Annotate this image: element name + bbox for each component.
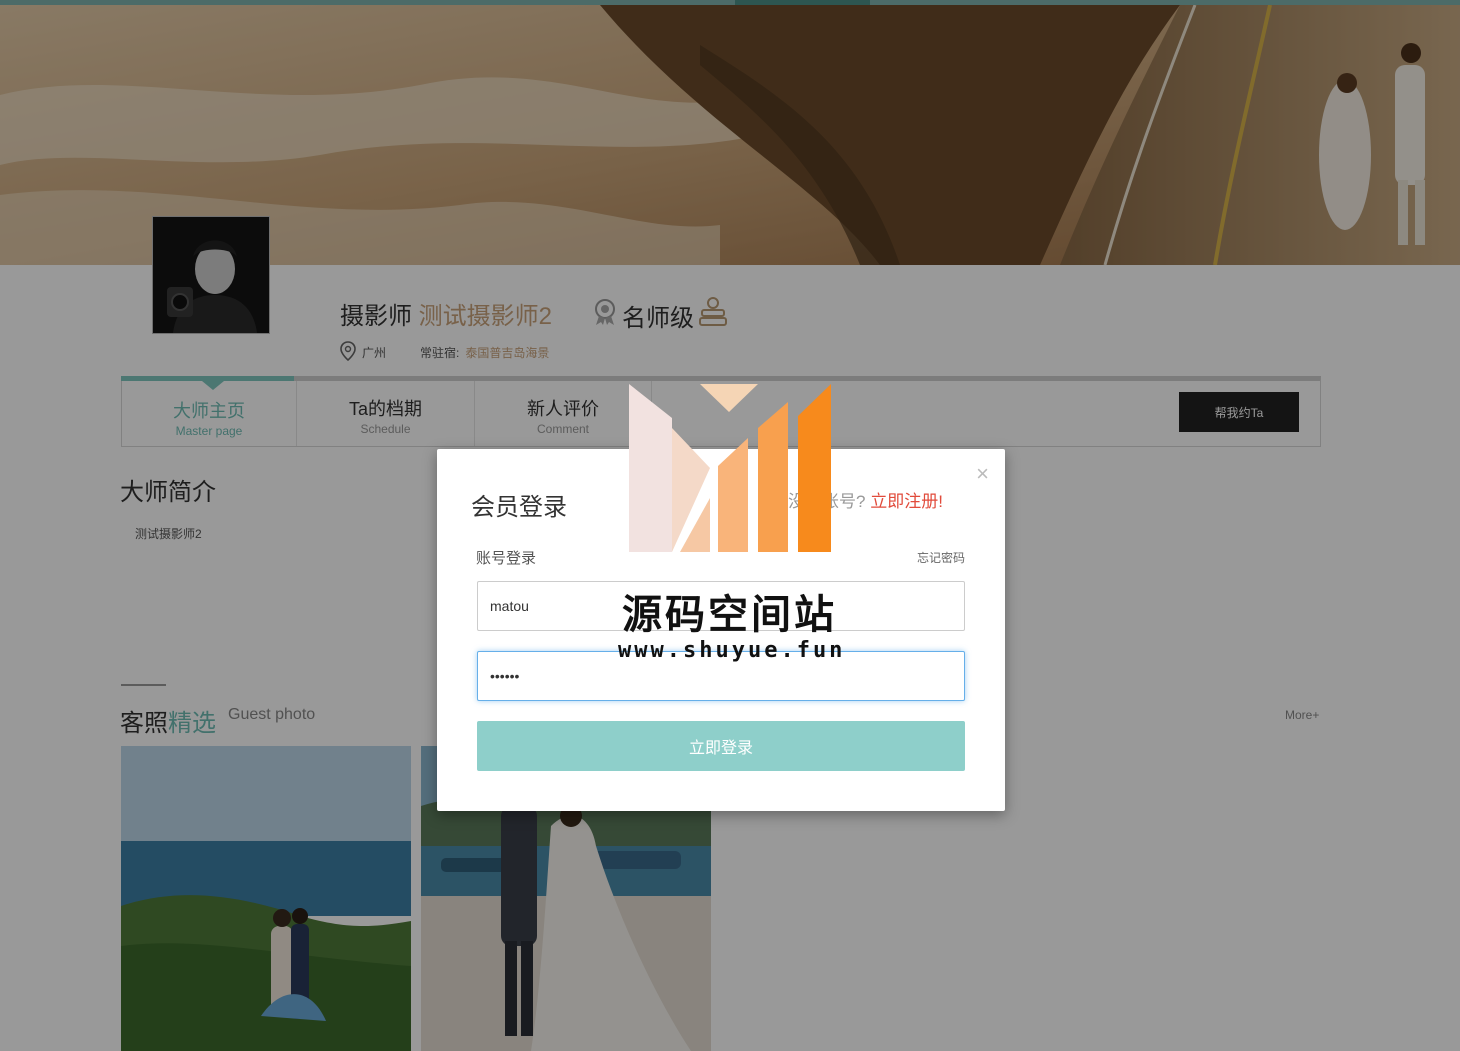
forgot-password-link[interactable]: 忘记密码 — [917, 549, 965, 566]
register-link[interactable]: 立即注册! — [870, 492, 943, 511]
close-icon[interactable]: × — [976, 461, 989, 487]
watermark-url: www.shuyue.fun — [618, 638, 846, 663]
login-title: 会员登录 — [471, 494, 567, 521]
login-submit-button[interactable]: 立即登录 — [477, 721, 965, 771]
account-login-label: 账号登录 — [476, 550, 537, 567]
watermark-logo — [620, 380, 840, 555]
watermark-title: 源码空间站 — [622, 592, 837, 638]
